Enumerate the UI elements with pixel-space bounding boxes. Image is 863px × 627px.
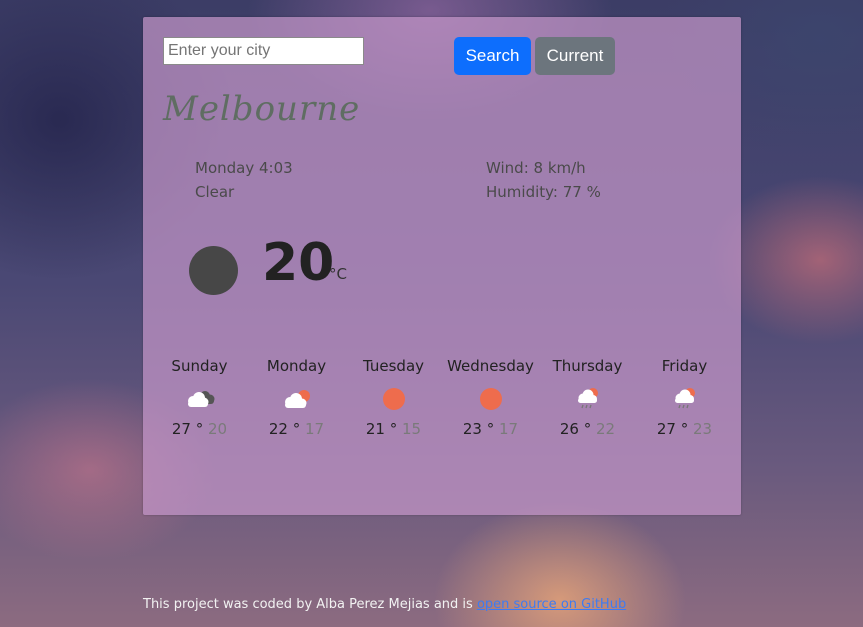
forecast-temps: 21 ° 15: [345, 419, 442, 439]
forecast-temps: 26 ° 22: [539, 419, 636, 439]
city-name: Melbourne: [163, 89, 361, 129]
forecast-max-temp: 21: [365, 420, 385, 438]
clear-night-icon: [189, 246, 238, 295]
forecast-day: Tuesday 21 ° 15: [345, 355, 442, 439]
forecast-day-name: Wednesday: [447, 357, 534, 375]
forecast: Sunday 27 ° 20 Monday 22 ° 17 Tuesday 21…: [151, 355, 733, 439]
degree-symbol: °: [481, 420, 500, 438]
forecast-day-name: Monday: [266, 357, 327, 375]
forecast-day: Thursday 26 ° 22: [539, 355, 636, 439]
forecast-temps: 27 ° 23: [636, 419, 733, 439]
rain-sun-icon: [539, 377, 636, 419]
degree-symbol: °: [675, 420, 694, 438]
forecast-day-name: Sunday: [171, 357, 228, 375]
weather-card: Search Current Melbourne Monday 4:03 Cle…: [143, 17, 741, 515]
forecast-max-temp: 27: [656, 420, 676, 438]
temperature-unit: °C: [329, 265, 347, 283]
forecast-temps: 22 ° 17: [248, 419, 345, 439]
forecast-day: Wednesday 23 ° 17: [442, 355, 539, 439]
forecast-day: Sunday 27 ° 20: [151, 355, 248, 439]
forecast-min-temp: 22: [596, 420, 616, 438]
search-button[interactable]: Search: [454, 37, 531, 75]
forecast-day: Monday 22 ° 17: [248, 355, 345, 439]
weather-description: Clear: [195, 183, 235, 201]
forecast-day: Friday 27 ° 23: [636, 355, 733, 439]
degree-symbol: °: [190, 420, 209, 438]
rain-sun-icon: [636, 377, 733, 419]
city-search-input[interactable]: [163, 37, 364, 65]
weather-details-left: Monday 4:03 Clear: [195, 156, 293, 204]
forecast-min-temp: 17: [499, 420, 519, 438]
forecast-day-name: Tuesday: [362, 357, 425, 375]
forecast-day-name: Friday: [661, 357, 708, 375]
partly-cloudy-icon: [248, 377, 345, 419]
forecast-max-temp: 27: [171, 420, 191, 438]
degree-symbol: °: [578, 420, 597, 438]
forecast-max-temp: 22: [268, 420, 288, 438]
footer: This project was coded by Alba Perez Mej…: [143, 597, 626, 612]
forecast-day-name: Thursday: [552, 357, 623, 375]
sun-icon: [442, 377, 539, 419]
broken-clouds-icon: [151, 377, 248, 419]
forecast-temps: 23 ° 17: [442, 419, 539, 439]
forecast-temps: 27 ° 20: [151, 419, 248, 439]
weather-details-right: Wind: 8 km/h Humidity: 77 %: [486, 156, 601, 204]
degree-symbol: °: [287, 420, 306, 438]
sun-icon: [345, 377, 442, 419]
current-temperature: 20: [262, 233, 335, 293]
footer-text: This project was coded by Alba Perez Mej…: [143, 597, 477, 612]
forecast-min-temp: 15: [402, 420, 422, 438]
humidity: Humidity: 77 %: [486, 183, 601, 201]
forecast-max-temp: 23: [462, 420, 482, 438]
forecast-min-temp: 17: [305, 420, 325, 438]
wind-speed: Wind: 8 km/h: [486, 159, 586, 177]
degree-symbol: °: [384, 420, 403, 438]
forecast-min-temp: 23: [693, 420, 713, 438]
forecast-max-temp: 26: [559, 420, 579, 438]
github-link[interactable]: open source on GitHub: [477, 597, 626, 612]
forecast-min-temp: 20: [208, 420, 228, 438]
current-location-button[interactable]: Current: [535, 37, 615, 75]
date-time: Monday 4:03: [195, 159, 293, 177]
